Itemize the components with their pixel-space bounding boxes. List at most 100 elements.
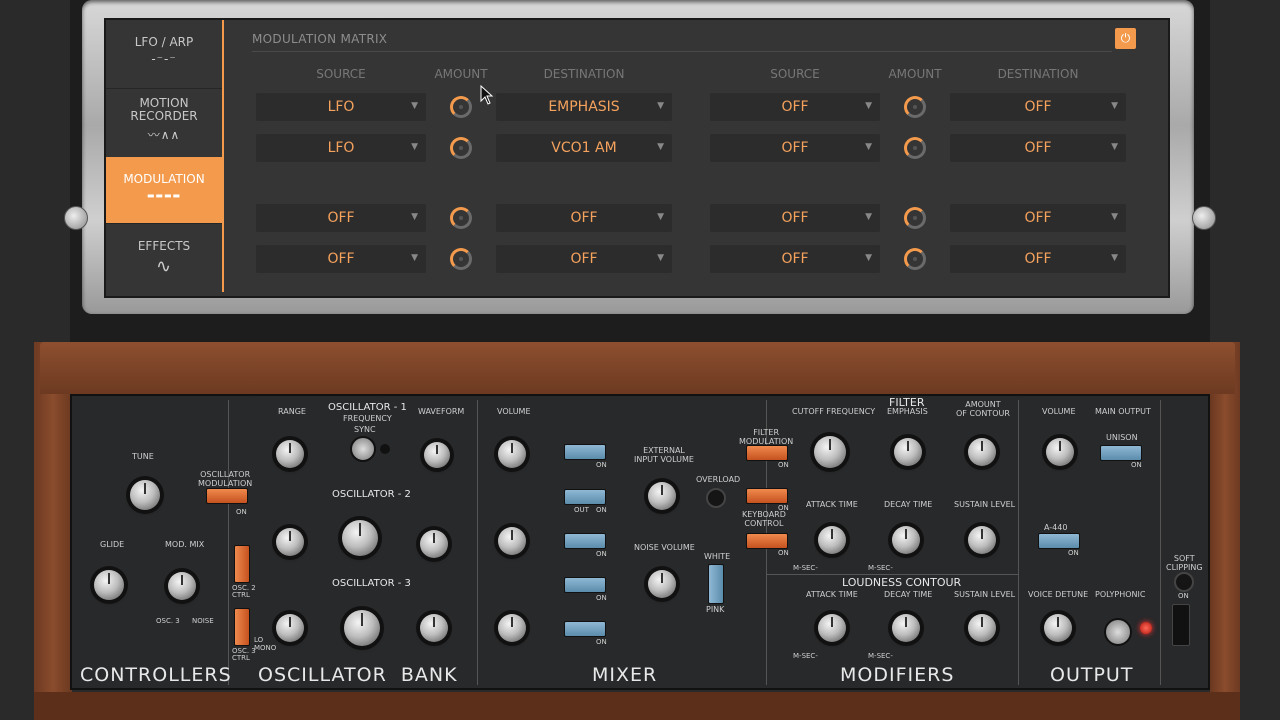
amount-knob-4[interactable]: [450, 248, 472, 270]
amount-knob-8[interactable]: [904, 248, 926, 270]
voice-detune-label: VOICE DETUNE: [1028, 590, 1089, 599]
destination-dropdown-1[interactable]: EMPHASIS ▼: [496, 93, 672, 121]
mixer-osc1-volume-knob[interactable]: [498, 440, 526, 468]
osc2-range-knob[interactable]: [276, 528, 304, 556]
osc3-range-knob[interactable]: [276, 614, 304, 642]
osc-mod-switch[interactable]: [206, 488, 248, 504]
sync-toggle[interactable]: [350, 436, 376, 462]
nav-effects[interactable]: EFFECTS ∿: [106, 224, 222, 292]
nav-modulation[interactable]: MODULATION ▬▬▬▬: [106, 157, 222, 224]
output-volume-knob[interactable]: [1046, 438, 1074, 466]
ext-input-volume-knob[interactable]: [648, 482, 676, 510]
output-volume-label: VOLUME: [1042, 407, 1076, 416]
osc2-mix-switch[interactable]: [564, 533, 606, 549]
chevron-down-icon: ▼: [865, 212, 872, 222]
destination-dropdown-7[interactable]: OFF ▼: [950, 204, 1126, 232]
mixer-osc3-volume-knob[interactable]: [498, 614, 526, 642]
osc3-frequency-knob[interactable]: [344, 610, 380, 646]
osc3-waveform-knob[interactable]: [420, 614, 448, 642]
source-dropdown-3[interactable]: OFF ▼: [256, 204, 426, 232]
glide-knob[interactable]: [94, 570, 124, 600]
destination-dropdown-4[interactable]: OFF ▼: [496, 245, 672, 273]
destination-dropdown-2[interactable]: VCO1 AM ▼: [496, 134, 672, 162]
white-label: WHITE: [704, 552, 731, 561]
osc1-mix-switch[interactable]: [564, 444, 606, 460]
source-dropdown-6[interactable]: OFF ▼: [710, 134, 880, 162]
soft-clipping-switch[interactable]: [1172, 604, 1190, 646]
emphasis-label: EMPHASIS: [887, 407, 928, 416]
frequency-label: FREQUENCY: [343, 414, 392, 423]
section-modifiers: MODIFIERS: [840, 664, 955, 686]
destination-dropdown-6[interactable]: OFF ▼: [950, 134, 1126, 162]
source-dropdown-7[interactable]: OFF ▼: [710, 204, 880, 232]
power-button[interactable]: ⏻: [1115, 28, 1136, 49]
voice-detune-knob[interactable]: [1044, 614, 1072, 642]
noise-mix-switch[interactable]: [564, 577, 606, 593]
emphasis-knob[interactable]: [894, 438, 922, 466]
ext-mix-switch[interactable]: [564, 489, 606, 505]
osc3-ctrl-switch[interactable]: [234, 608, 250, 646]
divider: [766, 574, 1018, 575]
overload-label: OVERLOAD: [696, 475, 741, 484]
loudness-decay-knob[interactable]: [892, 614, 920, 642]
mod-mix-knob[interactable]: [168, 572, 196, 600]
unison-switch[interactable]: [1100, 445, 1142, 461]
tune-label: TUNE: [132, 452, 154, 461]
filter-attack-knob[interactable]: [818, 526, 846, 554]
section-oscillator-bank: OSCILLATOR BANK: [258, 664, 458, 686]
osc2-ctrl-switch[interactable]: [234, 545, 250, 583]
loudness-attack-knob[interactable]: [818, 614, 846, 642]
destination-value: OFF: [1024, 99, 1052, 115]
destination-dropdown-5[interactable]: OFF ▼: [950, 93, 1126, 121]
loudness-sustain-knob[interactable]: [968, 614, 996, 642]
destination-dropdown-3[interactable]: OFF ▼: [496, 204, 672, 232]
amount-knob-7[interactable]: [904, 207, 926, 229]
amount-knob-1[interactable]: [450, 96, 472, 118]
amount-knob-2[interactable]: [450, 137, 472, 159]
arp-icon: -⁻-⁻: [151, 52, 177, 66]
noise-volume-knob[interactable]: [648, 570, 676, 598]
filter-switch-2[interactable]: [746, 488, 788, 504]
attack-label: ATTACK TIME: [806, 590, 858, 599]
source-dropdown-5[interactable]: OFF ▼: [710, 93, 880, 121]
osc2-waveform-knob[interactable]: [420, 530, 448, 558]
mixer-osc2-volume-knob[interactable]: [498, 527, 526, 555]
polyphonic-toggle[interactable]: [1104, 618, 1132, 646]
amount-contour-knob[interactable]: [968, 438, 996, 466]
cutoff-knob[interactable]: [814, 436, 846, 468]
nav-lfo-arp[interactable]: LFO / ARP -⁻-⁻: [106, 20, 222, 89]
osc2-frequency-knob[interactable]: [342, 520, 378, 556]
amount-knob-3[interactable]: [450, 207, 472, 229]
amount-knob-5[interactable]: [904, 96, 926, 118]
noise-color-switch[interactable]: [708, 564, 724, 604]
filter-mod-switch[interactable]: [746, 445, 788, 461]
tune-knob[interactable]: [130, 480, 160, 510]
header-destination-left: DESTINATION: [543, 67, 625, 81]
on-label: ON: [1131, 461, 1142, 469]
mod-mix-label: MOD. MIX: [165, 540, 205, 549]
filter-sustain-knob[interactable]: [968, 526, 996, 554]
osc1-range-knob[interactable]: [276, 440, 304, 468]
section-mixer: MIXER: [592, 664, 658, 686]
source-dropdown-8[interactable]: OFF ▼: [710, 245, 880, 273]
source-value: OFF: [781, 251, 809, 267]
source-dropdown-2[interactable]: LFO ▼: [256, 134, 426, 162]
keyboard-control-switch[interactable]: [746, 533, 788, 549]
nav-motion-recorder[interactable]: MOTION RECORDER 〰∧∧: [106, 89, 222, 158]
filter-decay-knob[interactable]: [892, 526, 920, 554]
source-dropdown-4[interactable]: OFF ▼: [256, 245, 426, 273]
osc3-mix-switch[interactable]: [564, 621, 606, 637]
osc1-waveform-knob[interactable]: [424, 442, 450, 468]
amount-knob-6[interactable]: [904, 137, 926, 159]
sustain-label: SUSTAIN LEVEL: [954, 590, 1016, 599]
chevron-down-icon: ▼: [1111, 142, 1118, 152]
loudness-contour-label: LOUDNESS CONTOUR: [842, 576, 962, 589]
chevron-down-icon: ▼: [1111, 101, 1118, 111]
destination-dropdown-8[interactable]: OFF ▼: [950, 245, 1126, 273]
on-label: ON: [596, 638, 607, 646]
chevron-down-icon: ▼: [411, 142, 418, 152]
header-source-right: SOURCE: [770, 67, 820, 81]
a440-switch[interactable]: [1038, 533, 1080, 549]
source-dropdown-1[interactable]: LFO ▼: [256, 93, 426, 121]
sync-label: SYNC: [354, 425, 376, 434]
